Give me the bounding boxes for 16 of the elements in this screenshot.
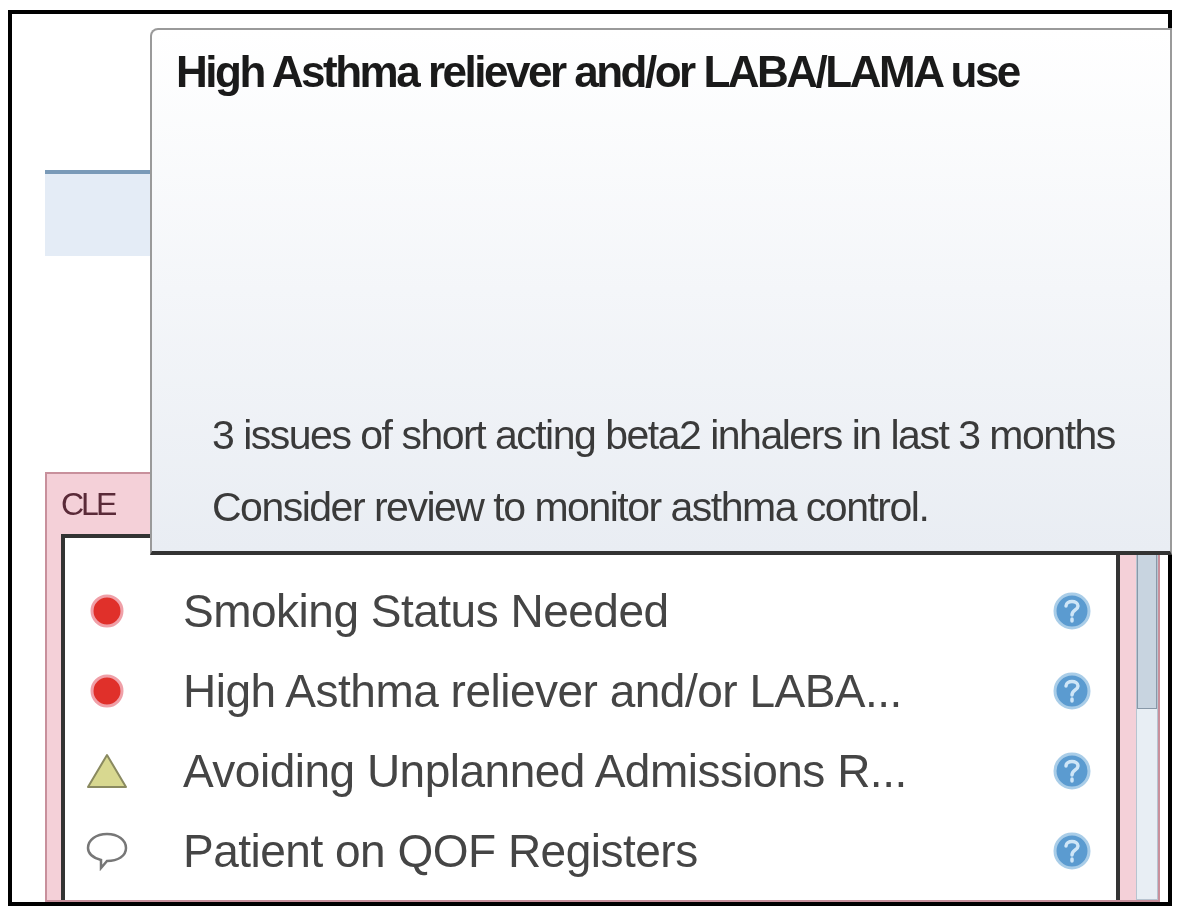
help-icon[interactable] <box>1052 831 1093 871</box>
warning-triangle-icon <box>85 752 129 790</box>
speech-bubble-icon <box>85 831 129 871</box>
tooltip-text: Consider review to monitor asthma control. <box>212 485 930 529</box>
alert-text[interactable]: Avoiding Unplanned Admissions R... <box>183 736 1053 806</box>
alert-dot-icon <box>90 594 124 628</box>
tooltip-text: 3 issues of short acting beta2 inhalers in last 3 months <box>212 413 1116 457</box>
alert-dot-icon <box>90 674 124 708</box>
help-icon[interactable] <box>1052 671 1093 711</box>
help-icon[interactable] <box>1052 591 1093 631</box>
alert-text[interactable]: High Asthma reliever and/or LABA... <box>183 656 1053 726</box>
panel-label: CLE <box>61 488 115 520</box>
alert-text[interactable]: Patient on QOF Registers <box>183 816 1053 886</box>
alert-text[interactable]: Smoking Status Needed <box>183 576 1053 646</box>
tooltip-title: High Asthma reliever and/or LABA/LAMA use <box>176 46 1021 98</box>
help-icon[interactable] <box>1052 751 1093 791</box>
